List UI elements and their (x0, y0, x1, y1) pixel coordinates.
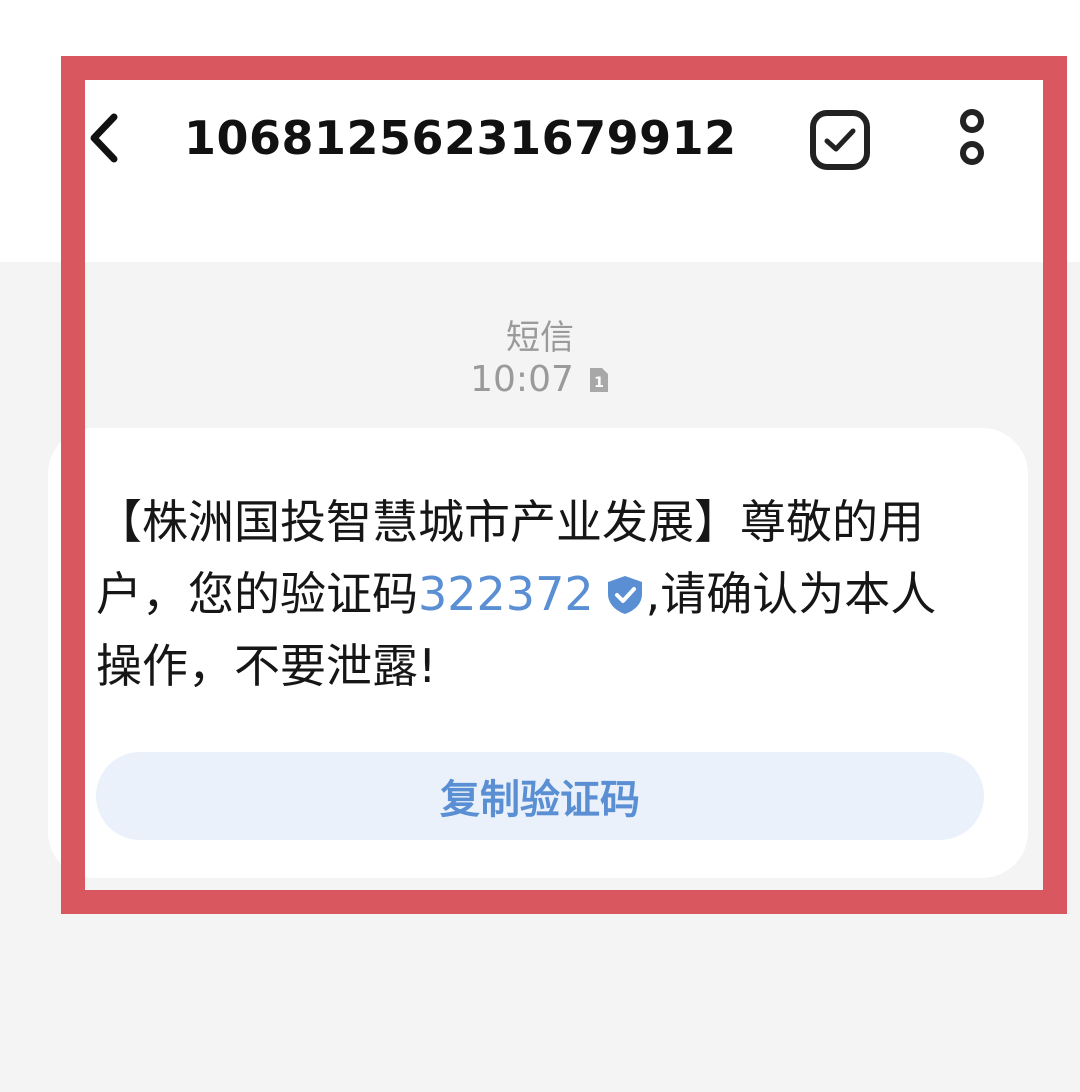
verified-shield-icon (604, 564, 646, 614)
copy-code-button[interactable]: 复制验证码 (96, 752, 984, 840)
chevron-left-icon (90, 113, 118, 163)
checkbox-icon (810, 110, 870, 170)
verification-code-link[interactable]: 322372 (418, 567, 594, 621)
back-button[interactable] (78, 108, 128, 168)
contact-number-title: 10681256231679912 (184, 111, 737, 165)
sim-indicator: 1 (594, 375, 604, 391)
message-body: 【株洲国投智慧城市产业发展】尊敬的用户，您的验证码322372 ,请确认为本人操作… (96, 486, 956, 702)
copy-code-button-label: 复制验证码 (440, 777, 640, 823)
vertical-dots-icon (960, 109, 984, 165)
select-messages-button[interactable] (806, 106, 874, 174)
channel-label: 短信 (506, 318, 574, 358)
message-time: 10:07 (470, 359, 574, 400)
message-timestamp-row: 10:07 1 (0, 358, 1080, 402)
more-options-button[interactable] (946, 100, 998, 176)
sim-card-icon: 1 (588, 366, 610, 394)
